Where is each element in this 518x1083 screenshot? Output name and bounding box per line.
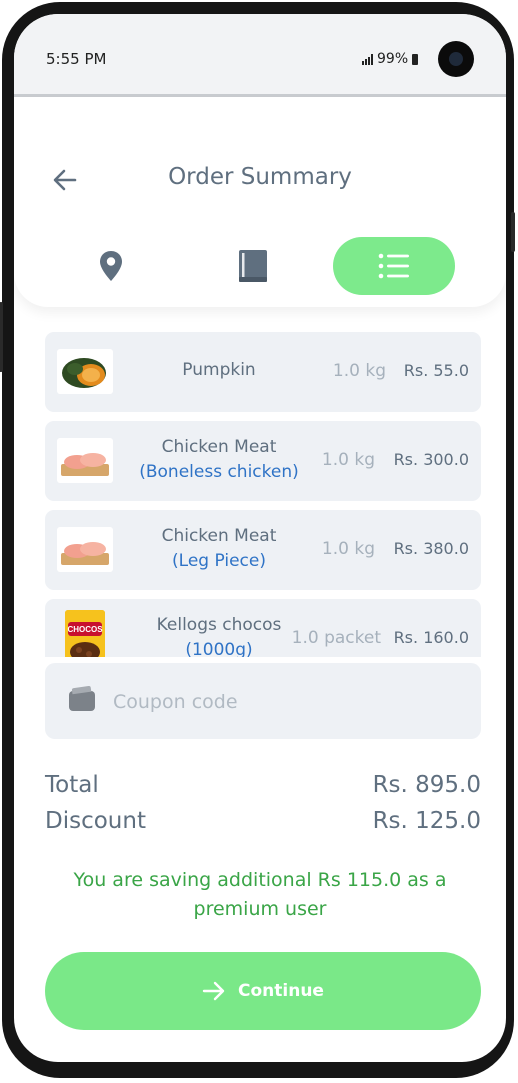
page-title: Order Summary [168,164,352,190]
tab-summary[interactable] [333,237,455,295]
book-icon [239,250,267,282]
phone-frame: 5:55 PM 99% Order Summary Pumpkin 1.0 kg… [0,2,515,1078]
product-image-chicken-leg [57,527,113,572]
order-item-chicken-boneless: Chicken Meat (Boneless chicken) 1.0 kg R… [45,421,481,501]
total-label: Total [45,772,99,798]
order-item-pumpkin: Pumpkin 1.0 kg Rs. 55.0 [45,332,481,412]
continue-button[interactable]: Continue [45,952,481,1030]
item-name: Chicken Meat (Boneless chicken) [129,435,309,485]
item-variant: (Boneless chicken) [139,462,299,482]
status-time: 5:55 PM [46,50,107,68]
status-icons: 99% [362,51,419,67]
chocos-logo-text: CHOCOS [67,625,103,634]
item-quantity: 1.0 kg [321,450,375,470]
order-items-list[interactable]: Pumpkin 1.0 kg Rs. 55.0 Chicken Meat (Bo… [45,332,481,657]
discount-value: Rs. 125.0 [372,808,481,834]
order-item-chicken-leg: Chicken Meat (Leg Piece) 1.0 kg Rs. 380.… [45,510,481,590]
product-image-chocos: CHOCOS [65,610,105,657]
product-image-pumpkin [57,349,113,394]
side-button [511,212,515,252]
item-name: Pumpkin [182,360,256,380]
item-price: Rs. 300.0 [393,450,469,469]
location-pin-icon [100,251,122,281]
discount-label: Discount [45,808,146,834]
battery-percent: 99% [377,51,409,67]
signal-icon [362,53,373,65]
item-variant: (Leg Piece) [172,551,266,571]
tab-review[interactable] [192,237,314,295]
status-bar: 5:55 PM 99% [14,14,506,97]
tab-address[interactable] [50,237,172,295]
order-item-chocos: CHOCOS Kellogs chocos (1000g) 1.0 packet… [45,599,481,657]
front-camera [438,41,474,77]
battery-icon [412,53,419,65]
header-card: Order Summary [14,97,506,307]
app-screen: 5:55 PM 99% Order Summary Pumpkin 1.0 kg… [14,14,506,1062]
total-value: Rs. 895.0 [372,772,481,798]
coupon-box[interactable] [45,663,481,739]
arrow-right-icon [202,981,225,1001]
list-icon [378,253,409,279]
coupon-input[interactable] [111,687,455,717]
item-quantity: 1.0 packet [291,628,381,648]
item-name: Kellogs chocos (1000g) [129,613,309,657]
item-price: Rs. 55.0 [403,361,469,380]
item-quantity: 1.0 kg [332,361,386,381]
item-quantity: 1.0 kg [321,539,375,559]
item-name: Chicken Meat (Leg Piece) [129,524,309,574]
item-price: Rs. 160.0 [393,628,469,647]
wallet-icon [69,691,95,711]
product-image-chicken-boneless [57,438,113,483]
continue-label: Continue [238,981,324,1001]
item-variant: (1000g) [185,640,253,657]
item-price: Rs. 380.0 [393,539,469,558]
side-button [0,302,3,372]
saving-message: You are saving additional Rs 115.0 as a … [73,869,447,920]
